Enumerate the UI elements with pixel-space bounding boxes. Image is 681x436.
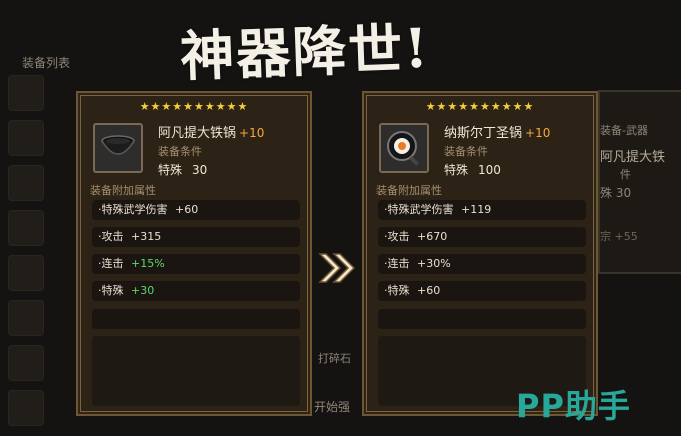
bg-slot [8, 390, 44, 426]
bg-slot [8, 255, 44, 291]
attribute-value: +30 [131, 284, 155, 297]
attribute-label: ·特殊武学伤害 [98, 203, 168, 216]
bg-bottom-label: 开始强 [314, 400, 351, 414]
bg-slot [8, 300, 44, 336]
attribute-value: +15% [131, 257, 165, 270]
enhance-level: +10 [525, 126, 551, 140]
attribute-row: ·攻击 +315 [92, 227, 300, 247]
attribute-row: ·连击 +30% [378, 254, 586, 274]
item-name-text: 阿凡提大铁锅 [158, 126, 237, 141]
star-rating: ★★★★★★★★★★ [139, 100, 249, 113]
attribute-label: ·连击 [384, 257, 410, 270]
attribute-row: ·特殊武学伤害 +119 [378, 200, 586, 220]
requirement-value: 特殊 30 [158, 161, 217, 178]
attribute-row-empty [92, 309, 300, 329]
description-box [92, 336, 300, 406]
attribute-label: ·特殊 [98, 284, 124, 297]
attribute-row: ·特殊武学伤害 +60 [92, 200, 300, 220]
attribute-label: ·特殊 [384, 284, 410, 297]
requirement-label: 装备条件 [158, 145, 202, 158]
bg-right-text: 殊 30 [600, 186, 632, 200]
bg-slot [8, 75, 44, 111]
frying-pan-icon [387, 131, 420, 166]
bg-right-text: 阿凡提大铁 [600, 150, 666, 165]
bg-slot [8, 165, 44, 201]
requirement-number: 100 [478, 163, 501, 177]
bg-right-text: 件 [620, 168, 631, 181]
attribute-label: ·特殊武学伤害 [384, 203, 454, 216]
attribute-row: ·连击 +15% [92, 254, 300, 274]
item-icon-slot[interactable] [379, 123, 429, 173]
item-name: 阿凡提大铁锅 +10 [158, 122, 264, 141]
bg-slot [8, 120, 44, 156]
requirement-type: 特殊 [158, 163, 183, 177]
attribute-value: +119 [461, 203, 492, 216]
bg-bottom-label: 打碎石 [318, 352, 351, 365]
requirement-number: 30 [192, 163, 208, 177]
bg-right-panel: 装备-武器 阿凡提大铁 件 殊 30 宗 +55 [598, 90, 681, 274]
attribute-value: +30% [417, 257, 451, 270]
enhance-level: +10 [239, 126, 265, 140]
item-name: 纳斯尔丁圣锅 +10 [444, 122, 550, 141]
attribute-value: +60 [417, 284, 441, 297]
attribute-label: ·攻击 [98, 230, 124, 243]
attribute-row: ·特殊 +60 [378, 281, 586, 301]
requirement-label: 装备条件 [444, 145, 488, 158]
item-name-text: 纳斯尔丁圣锅 [444, 126, 523, 141]
attribute-label: ·攻击 [384, 230, 410, 243]
title-calligraphy: 神器降世! [179, 15, 431, 89]
attribute-row-empty [378, 309, 586, 329]
compare-arrow [318, 250, 358, 286]
pp-assistant-watermark: PP助手 [516, 387, 631, 425]
bg-slot [8, 345, 44, 381]
equipment-list-label: 装备列表 [22, 56, 71, 70]
current-item-card: ★★★★★★★★★★ 阿凡提大铁锅 +10 装备条件 特殊 30 装备附加属性 ·特… [76, 91, 312, 416]
attribute-row: ·特殊 +30 [92, 281, 300, 301]
new-item-card: ★★★★★★★★★★ 纳斯尔丁圣锅 +10 装备条件 特殊 100 装备附加属性 ·… [362, 91, 598, 416]
star-rating: ★★★★★★★★★★ [425, 100, 535, 113]
requirement-type: 特殊 [444, 163, 469, 177]
bg-right-text: 装备-武器 [600, 124, 648, 137]
attribute-value: +315 [131, 230, 162, 243]
attribute-title: 装备附加属性 [90, 184, 156, 197]
item-icon-slot[interactable] [93, 123, 143, 173]
attribute-value: +670 [417, 230, 448, 243]
double-chevron-right-icon [318, 253, 356, 283]
bg-slot [8, 210, 44, 246]
attribute-row: ·攻击 +670 [378, 227, 586, 247]
attribute-label: ·连击 [98, 257, 124, 270]
attribute-title: 装备附加属性 [376, 184, 442, 197]
iron-wok-icon [101, 135, 135, 155]
bg-right-text: 宗 +55 [600, 230, 638, 243]
attribute-value: +60 [175, 203, 199, 216]
requirement-value: 特殊 100 [444, 161, 511, 178]
